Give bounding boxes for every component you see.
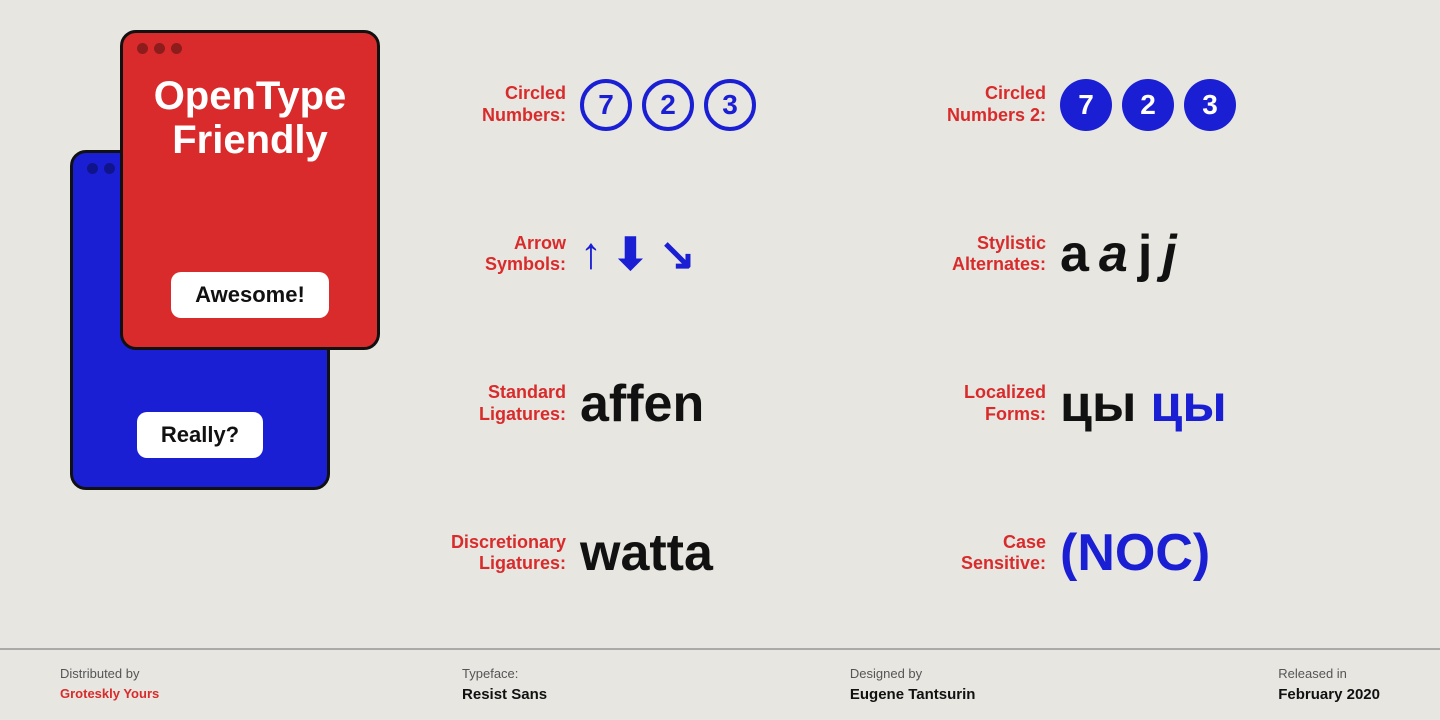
footer-distributed: Distributed by Groteskly Yours bbox=[60, 664, 159, 703]
circled-7: 7 bbox=[580, 79, 632, 131]
left-panel: OpenType Friendly Awesome! Cool, right? … bbox=[60, 30, 380, 628]
circled-numbers-value: 7 2 3 bbox=[580, 79, 756, 131]
dot-2 bbox=[154, 43, 165, 54]
footer-released: Released in February 2020 bbox=[1278, 664, 1380, 706]
case-sensitive-label: CaseSensitive: bbox=[916, 532, 1046, 575]
standard-ligatures-value: affen bbox=[580, 374, 704, 434]
stylistic-value: a a j j bbox=[1060, 224, 1177, 284]
stylistic-j-normal: j bbox=[1138, 224, 1152, 284]
distributed-label: Distributed by bbox=[60, 666, 139, 681]
stylistic-alternates-cell: StylisticAlternates: a a j j bbox=[900, 216, 1380, 292]
red-button[interactable]: Awesome! bbox=[171, 272, 329, 318]
released-label: Released in bbox=[1278, 664, 1380, 684]
released-value: February 2020 bbox=[1278, 684, 1380, 707]
arrow-up-icon: ↑ bbox=[580, 229, 602, 279]
dot-1 bbox=[137, 43, 148, 54]
circled-2: 2 bbox=[642, 79, 694, 131]
arrow-downright-icon: ↘ bbox=[659, 229, 696, 280]
red-browser-body: OpenType Friendly Awesome! bbox=[123, 64, 377, 338]
distributed-value: Groteskly Yours bbox=[60, 684, 159, 704]
localized-forms-cell: LocalizedForms: цы цы bbox=[900, 366, 1380, 442]
dot-4 bbox=[87, 163, 98, 174]
discretionary-ligatures-cell: DiscretionaryLigatures: watta bbox=[420, 515, 900, 591]
stylistic-alternates-label: StylisticAlternates: bbox=[916, 233, 1046, 276]
localized-forms-value: цы цы bbox=[1060, 374, 1227, 434]
circled-numbers2-value: 7 2 3 bbox=[1060, 79, 1236, 131]
content-area: OpenType Friendly Awesome! Cool, right? … bbox=[0, 0, 1440, 648]
typeface-label: Typeface: bbox=[462, 664, 547, 684]
dot-3 bbox=[171, 43, 182, 54]
circled-numbers-cell: CircledNumbers: 7 2 3 bbox=[420, 71, 900, 139]
footer-designer: Designed by Eugene Tantsurin bbox=[850, 664, 976, 706]
circled-numbers2-label: CircledNumbers 2: bbox=[916, 83, 1046, 126]
case-sensitive-value: (NOC) bbox=[1060, 523, 1210, 583]
discretionary-ligatures-label: DiscretionaryLigatures: bbox=[436, 532, 566, 575]
stylistic-a-normal: a bbox=[1060, 224, 1089, 284]
typeface-value: Resist Sans bbox=[462, 684, 547, 707]
localized-forms-label: LocalizedForms: bbox=[916, 382, 1046, 425]
circled-numbers-label: CircledNumbers: bbox=[436, 83, 566, 126]
main-container: OpenType Friendly Awesome! Cool, right? … bbox=[0, 0, 1440, 720]
case-sensitive-cell: CaseSensitive: (NOC) bbox=[900, 515, 1380, 591]
cyrillic-black: цы bbox=[1060, 374, 1136, 434]
designer-label: Designed by bbox=[850, 664, 976, 684]
designer-value: Eugene Tantsurin bbox=[850, 684, 976, 707]
arrow-down-icon: ⬇ bbox=[612, 229, 649, 280]
stylistic-j-alt: j bbox=[1162, 224, 1176, 284]
red-browser-window: OpenType Friendly Awesome! bbox=[120, 30, 380, 350]
standard-ligatures-label: StandardLigatures: bbox=[436, 382, 566, 425]
filled-3: 3 bbox=[1184, 79, 1236, 131]
discretionary-ligatures-value: watta bbox=[580, 523, 713, 583]
arrow-symbols-value: ↑ ⬇ ↘ bbox=[580, 229, 696, 280]
filled-7: 7 bbox=[1060, 79, 1112, 131]
dot-5 bbox=[104, 163, 115, 174]
arrow-symbols-cell: ArrowSymbols: ↑ ⬇ ↘ bbox=[420, 221, 900, 288]
stylistic-a-alt: a bbox=[1099, 224, 1128, 284]
circled-numbers2-cell: CircledNumbers 2: 7 2 3 bbox=[900, 71, 1380, 139]
standard-ligatures-cell: StandardLigatures: affen bbox=[420, 366, 900, 442]
red-heading: OpenType Friendly bbox=[143, 74, 357, 162]
blue-button[interactable]: Really? bbox=[137, 412, 263, 458]
arrow-symbols-label: ArrowSymbols: bbox=[436, 233, 566, 276]
cyrillic-blue: цы bbox=[1150, 374, 1226, 434]
filled-2: 2 bbox=[1122, 79, 1174, 131]
footer-typeface: Typeface: Resist Sans bbox=[462, 664, 547, 706]
red-titlebar bbox=[123, 33, 377, 64]
circled-3: 3 bbox=[704, 79, 756, 131]
features-grid: CircledNumbers: 7 2 3 CircledNumbers 2: … bbox=[380, 30, 1380, 628]
footer: Distributed by Groteskly Yours Typeface:… bbox=[0, 648, 1440, 720]
